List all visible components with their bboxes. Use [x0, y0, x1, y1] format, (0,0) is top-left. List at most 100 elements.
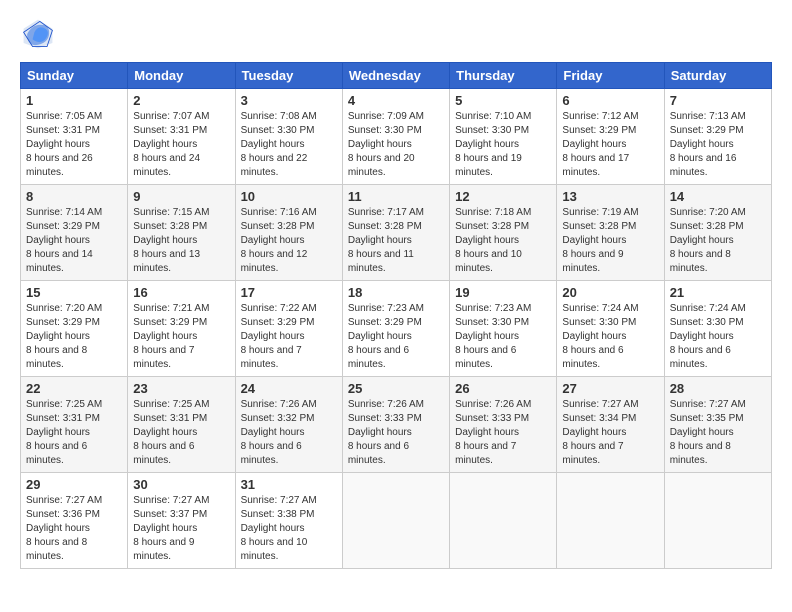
logo-icon [20, 16, 56, 52]
day-number: 14 [670, 189, 766, 204]
calendar-cell: 15 Sunrise: 7:20 AM Sunset: 3:29 PM Dayl… [21, 281, 128, 377]
day-info: Sunrise: 7:12 AM Sunset: 3:29 PM Dayligh… [562, 111, 638, 178]
page: SundayMondayTuesdayWednesdayThursdayFrid… [0, 0, 792, 581]
day-number: 17 [241, 285, 337, 300]
day-info: Sunrise: 7:27 AM Sunset: 3:34 PM Dayligh… [562, 399, 638, 466]
day-number: 4 [348, 93, 444, 108]
day-info: Sunrise: 7:13 AM Sunset: 3:29 PM Dayligh… [670, 111, 746, 178]
calendar-cell [450, 473, 557, 569]
day-number: 11 [348, 189, 444, 204]
calendar-cell: 17 Sunrise: 7:22 AM Sunset: 3:29 PM Dayl… [235, 281, 342, 377]
calendar-cell: 18 Sunrise: 7:23 AM Sunset: 3:29 PM Dayl… [342, 281, 449, 377]
calendar-cell: 24 Sunrise: 7:26 AM Sunset: 3:32 PM Dayl… [235, 377, 342, 473]
day-info: Sunrise: 7:05 AM Sunset: 3:31 PM Dayligh… [26, 111, 102, 178]
day-info: Sunrise: 7:07 AM Sunset: 3:31 PM Dayligh… [133, 111, 209, 178]
day-number: 19 [455, 285, 551, 300]
calendar-cell: 26 Sunrise: 7:26 AM Sunset: 3:33 PM Dayl… [450, 377, 557, 473]
calendar-cell: 8 Sunrise: 7:14 AM Sunset: 3:29 PM Dayli… [21, 185, 128, 281]
calendar-cell: 19 Sunrise: 7:23 AM Sunset: 3:30 PM Dayl… [450, 281, 557, 377]
calendar-cell: 28 Sunrise: 7:27 AM Sunset: 3:35 PM Dayl… [664, 377, 771, 473]
day-number: 8 [26, 189, 122, 204]
calendar-cell [342, 473, 449, 569]
calendar-cell: 20 Sunrise: 7:24 AM Sunset: 3:30 PM Dayl… [557, 281, 664, 377]
day-info: Sunrise: 7:20 AM Sunset: 3:29 PM Dayligh… [26, 303, 102, 370]
day-number: 29 [26, 477, 122, 492]
day-number: 21 [670, 285, 766, 300]
calendar-cell: 29 Sunrise: 7:27 AM Sunset: 3:36 PM Dayl… [21, 473, 128, 569]
calendar-cell: 5 Sunrise: 7:10 AM Sunset: 3:30 PM Dayli… [450, 89, 557, 185]
day-info: Sunrise: 7:27 AM Sunset: 3:37 PM Dayligh… [133, 495, 209, 562]
day-number: 16 [133, 285, 229, 300]
day-info: Sunrise: 7:18 AM Sunset: 3:28 PM Dayligh… [455, 207, 531, 274]
calendar-cell: 6 Sunrise: 7:12 AM Sunset: 3:29 PM Dayli… [557, 89, 664, 185]
day-number: 3 [241, 93, 337, 108]
calendar-cell [557, 473, 664, 569]
day-info: Sunrise: 7:23 AM Sunset: 3:29 PM Dayligh… [348, 303, 424, 370]
day-info: Sunrise: 7:16 AM Sunset: 3:28 PM Dayligh… [241, 207, 317, 274]
calendar-cell: 31 Sunrise: 7:27 AM Sunset: 3:38 PM Dayl… [235, 473, 342, 569]
day-number: 25 [348, 381, 444, 396]
day-number: 7 [670, 93, 766, 108]
calendar-cell: 10 Sunrise: 7:16 AM Sunset: 3:28 PM Dayl… [235, 185, 342, 281]
day-number: 23 [133, 381, 229, 396]
calendar-cell: 9 Sunrise: 7:15 AM Sunset: 3:28 PM Dayli… [128, 185, 235, 281]
calendar-cell: 7 Sunrise: 7:13 AM Sunset: 3:29 PM Dayli… [664, 89, 771, 185]
day-number: 24 [241, 381, 337, 396]
day-number: 26 [455, 381, 551, 396]
day-number: 22 [26, 381, 122, 396]
day-info: Sunrise: 7:25 AM Sunset: 3:31 PM Dayligh… [133, 399, 209, 466]
day-info: Sunrise: 7:25 AM Sunset: 3:31 PM Dayligh… [26, 399, 102, 466]
col-header-thursday: Thursday [450, 63, 557, 89]
day-number: 27 [562, 381, 658, 396]
col-header-tuesday: Tuesday [235, 63, 342, 89]
col-header-monday: Monday [128, 63, 235, 89]
day-info: Sunrise: 7:24 AM Sunset: 3:30 PM Dayligh… [562, 303, 638, 370]
header-row: SundayMondayTuesdayWednesdayThursdayFrid… [21, 63, 772, 89]
day-info: Sunrise: 7:27 AM Sunset: 3:35 PM Dayligh… [670, 399, 746, 466]
logo [20, 16, 60, 52]
day-number: 15 [26, 285, 122, 300]
day-number: 1 [26, 93, 122, 108]
calendar-cell: 3 Sunrise: 7:08 AM Sunset: 3:30 PM Dayli… [235, 89, 342, 185]
calendar-cell: 14 Sunrise: 7:20 AM Sunset: 3:28 PM Dayl… [664, 185, 771, 281]
calendar-cell: 27 Sunrise: 7:27 AM Sunset: 3:34 PM Dayl… [557, 377, 664, 473]
day-number: 5 [455, 93, 551, 108]
day-info: Sunrise: 7:10 AM Sunset: 3:30 PM Dayligh… [455, 111, 531, 178]
calendar-cell: 12 Sunrise: 7:18 AM Sunset: 3:28 PM Dayl… [450, 185, 557, 281]
calendar-cell: 22 Sunrise: 7:25 AM Sunset: 3:31 PM Dayl… [21, 377, 128, 473]
day-info: Sunrise: 7:27 AM Sunset: 3:36 PM Dayligh… [26, 495, 102, 562]
day-info: Sunrise: 7:26 AM Sunset: 3:32 PM Dayligh… [241, 399, 317, 466]
col-header-saturday: Saturday [664, 63, 771, 89]
day-number: 20 [562, 285, 658, 300]
day-number: 6 [562, 93, 658, 108]
day-number: 31 [241, 477, 337, 492]
calendar-cell: 4 Sunrise: 7:09 AM Sunset: 3:30 PM Dayli… [342, 89, 449, 185]
calendar-table: SundayMondayTuesdayWednesdayThursdayFrid… [20, 62, 772, 569]
day-info: Sunrise: 7:26 AM Sunset: 3:33 PM Dayligh… [348, 399, 424, 466]
day-info: Sunrise: 7:19 AM Sunset: 3:28 PM Dayligh… [562, 207, 638, 274]
calendar-cell: 2 Sunrise: 7:07 AM Sunset: 3:31 PM Dayli… [128, 89, 235, 185]
day-info: Sunrise: 7:08 AM Sunset: 3:30 PM Dayligh… [241, 111, 317, 178]
day-info: Sunrise: 7:22 AM Sunset: 3:29 PM Dayligh… [241, 303, 317, 370]
day-info: Sunrise: 7:21 AM Sunset: 3:29 PM Dayligh… [133, 303, 209, 370]
header [20, 16, 772, 52]
calendar-cell: 23 Sunrise: 7:25 AM Sunset: 3:31 PM Dayl… [128, 377, 235, 473]
day-number: 28 [670, 381, 766, 396]
col-header-sunday: Sunday [21, 63, 128, 89]
day-info: Sunrise: 7:20 AM Sunset: 3:28 PM Dayligh… [670, 207, 746, 274]
day-number: 13 [562, 189, 658, 204]
day-info: Sunrise: 7:09 AM Sunset: 3:30 PM Dayligh… [348, 111, 424, 178]
day-info: Sunrise: 7:27 AM Sunset: 3:38 PM Dayligh… [241, 495, 317, 562]
day-number: 18 [348, 285, 444, 300]
col-header-friday: Friday [557, 63, 664, 89]
day-number: 2 [133, 93, 229, 108]
day-info: Sunrise: 7:17 AM Sunset: 3:28 PM Dayligh… [348, 207, 424, 274]
calendar-cell: 1 Sunrise: 7:05 AM Sunset: 3:31 PM Dayli… [21, 89, 128, 185]
day-number: 30 [133, 477, 229, 492]
day-number: 9 [133, 189, 229, 204]
day-info: Sunrise: 7:24 AM Sunset: 3:30 PM Dayligh… [670, 303, 746, 370]
calendar-cell: 16 Sunrise: 7:21 AM Sunset: 3:29 PM Dayl… [128, 281, 235, 377]
day-number: 10 [241, 189, 337, 204]
calendar-cell: 13 Sunrise: 7:19 AM Sunset: 3:28 PM Dayl… [557, 185, 664, 281]
calendar-cell: 25 Sunrise: 7:26 AM Sunset: 3:33 PM Dayl… [342, 377, 449, 473]
